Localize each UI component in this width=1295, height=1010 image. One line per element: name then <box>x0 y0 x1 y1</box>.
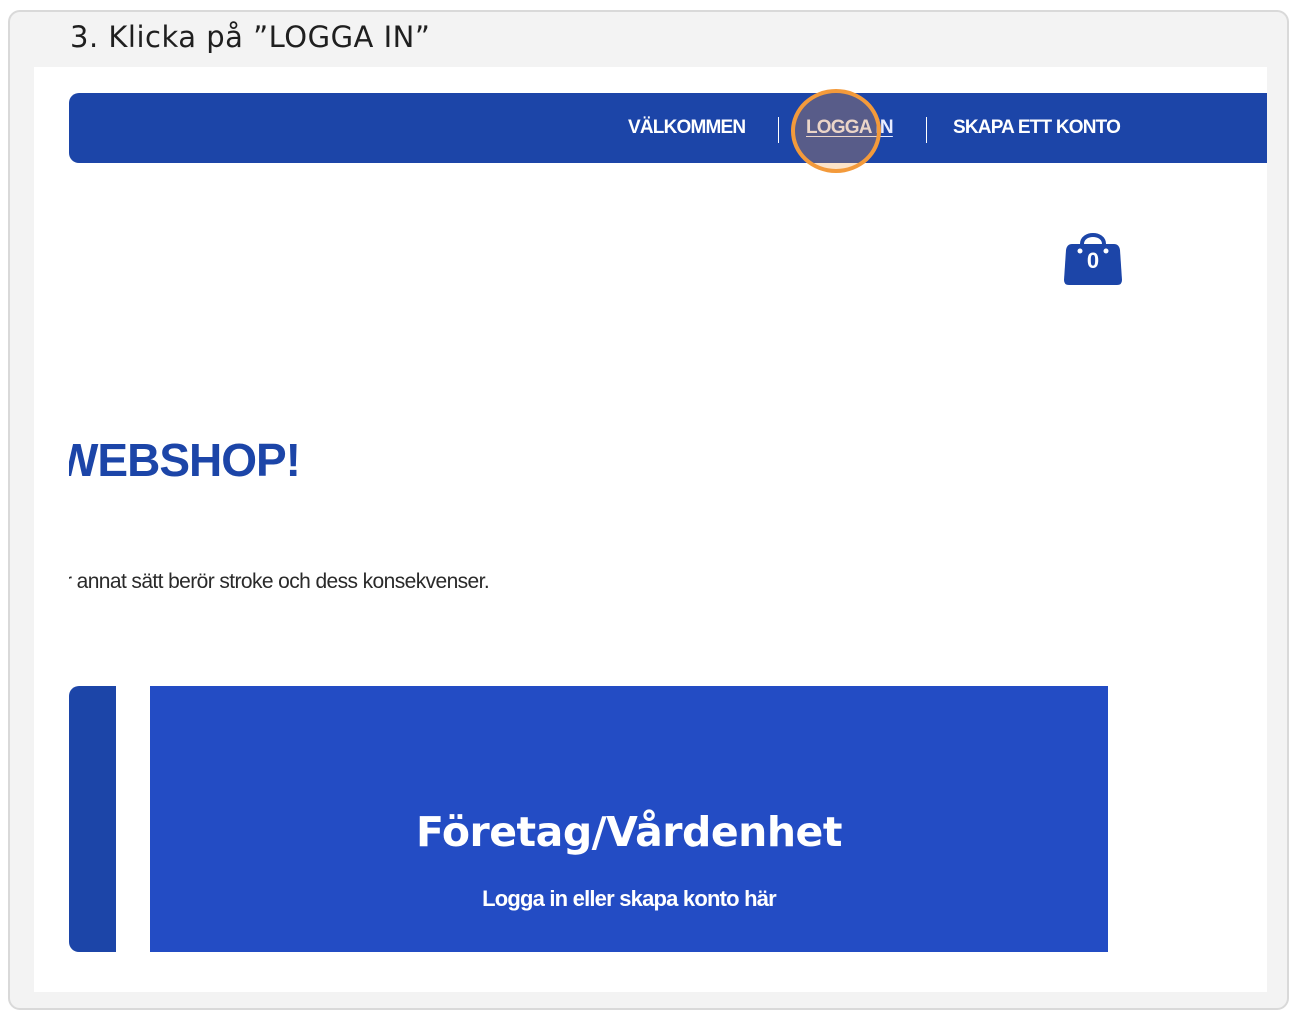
hero-title: WEBSHOP! <box>69 433 469 487</box>
nav-create-account-link[interactable]: SKAPA ETT KONTO <box>953 117 1121 139</box>
website-screenshot: VÄLKOMMEN LOGGA IN SKAPA ETT KONTO 0 WEB… <box>34 67 1267 992</box>
click-highlight-circle <box>791 89 881 173</box>
nav-welcome-link[interactable]: VÄLKOMMEN <box>628 117 746 139</box>
hero-description-text: r annat sätt berör stroke och dess konse… <box>69 570 490 593</box>
top-navbar: VÄLKOMMEN LOGGA IN SKAPA ETT KONTO <box>69 93 1267 163</box>
panel-title: Företag/Vårdenhet <box>416 808 842 856</box>
company-login-panel[interactable]: Företag/Vårdenhet Logga in eller skapa k… <box>150 686 1108 952</box>
hero-description: r annat sätt berör stroke och dess konse… <box>69 570 769 594</box>
panel-subtitle-link[interactable]: Logga in eller skapa konto här <box>150 886 1108 912</box>
nav-separator <box>778 117 779 143</box>
cart-button[interactable]: 0 <box>1062 222 1124 287</box>
cart-count: 0 <box>1086 248 1100 273</box>
nav-separator <box>926 117 927 143</box>
hero-title-text: WEBSHOP! <box>69 434 301 486</box>
side-panel[interactable] <box>69 686 116 952</box>
step-caption: 3. Klicka på ”LOGGA IN” <box>70 20 431 54</box>
